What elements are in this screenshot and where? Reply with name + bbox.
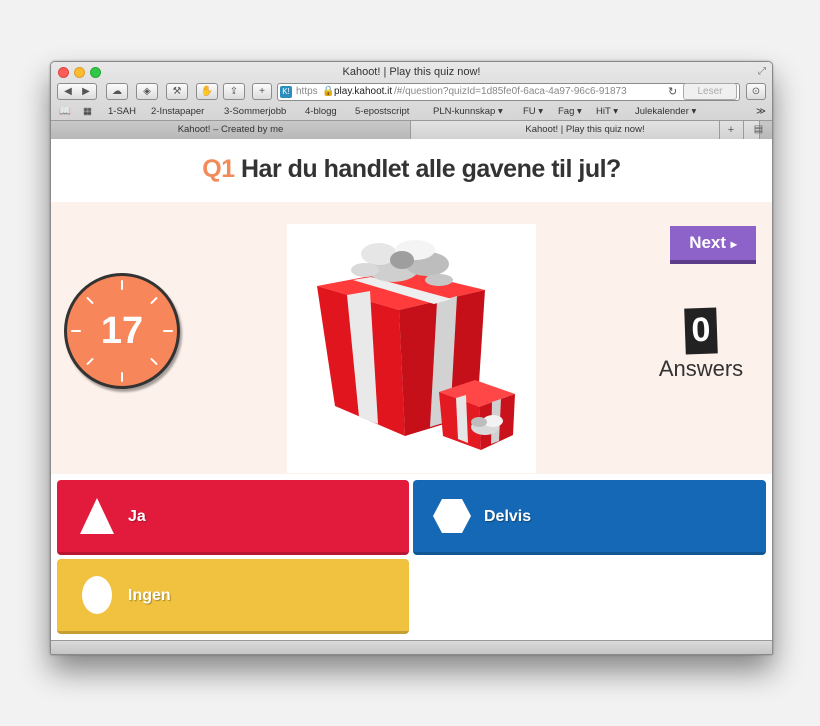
countdown-timer: 17 [64, 273, 180, 389]
kahoot-page: Q1 Har du handlet alle gavene til jul? 1… [51, 139, 772, 640]
next-arrow-icon: ▸ [730, 237, 737, 251]
next-label: Next [689, 233, 727, 252]
back-button[interactable]: ◀ [59, 84, 77, 99]
bookmark-item[interactable]: 4-blogg [305, 106, 337, 117]
timer-tick [150, 296, 158, 305]
question-stage: 17 Next ▸ 0 Answers [51, 202, 772, 474]
icloud-icon[interactable]: ☁ [106, 83, 128, 100]
downloads-icon[interactable]: ⊙ [746, 83, 766, 100]
answer-option-red[interactable]: Ja [57, 480, 409, 555]
tab-list-icon[interactable]: ▤ [743, 121, 772, 139]
bookmark-item[interactable]: 3-Sommerjobb [224, 106, 286, 117]
question-title: Q1 Har du handlet alle gavene til jul? [51, 155, 772, 184]
url-path: /#/question?quizId=1d85fe0f-6aca-4a97-96… [394, 86, 627, 97]
wrench-icon[interactable]: ⚒ [166, 83, 188, 100]
tab-play-quiz[interactable]: Kahoot! | Play this quiz now! [411, 121, 760, 139]
reload-icon[interactable]: ↻ [668, 85, 677, 98]
bookmark-item[interactable]: FU ▾ [523, 106, 543, 117]
bookmark-item[interactable]: 5-epostscript [355, 106, 409, 117]
gift-icon [317, 240, 515, 450]
browser-chrome: Kahoot! | Play this quiz now! ⤢ ◀ ▶ ☁ ◈ ⚒… [51, 62, 772, 139]
browser-window: Kahoot! | Play this quiz now! ⤢ ◀ ▶ ☁ ◈ ⚒… [50, 61, 773, 655]
tab-bar: Kahoot! – Created by me Kahoot! | Play t… [51, 120, 772, 139]
bookmarks-bar: 📖 ▦ 1-SAH 2-Instapaper 3-Sommerjobb 4-bl… [51, 104, 772, 120]
circle-icon [82, 576, 112, 614]
timer-tick [86, 357, 94, 366]
bookmark-item[interactable]: Julekalender ▾ [635, 106, 696, 117]
answer-label: Ingen [128, 587, 171, 604]
add-bookmark-button[interactable]: + [252, 83, 272, 100]
new-tab-button[interactable]: + [719, 121, 742, 139]
bookmark-item[interactable]: PLN-kunnskap ▾ [433, 106, 503, 117]
more-bookmarks-icon[interactable]: ≫ [756, 106, 766, 117]
hexagon-icon [433, 499, 471, 533]
answer-option-blue[interactable]: Delvis [413, 480, 766, 555]
reader-button[interactable]: Leser [683, 83, 737, 100]
bookmark-item[interactable]: HiT ▾ [596, 106, 618, 117]
nav-buttons: ◀ ▶ [57, 83, 97, 100]
top-sites-icon[interactable]: ▦ [83, 106, 92, 117]
tab-created-by-me[interactable]: Kahoot! – Created by me [51, 121, 411, 139]
question-number: Q1 [202, 155, 235, 183]
bookmark-item[interactable]: 2-Instapaper [151, 106, 204, 117]
reading-list-icon[interactable]: 📖 [59, 106, 71, 117]
question-text: Har du handlet alle gavene til jul? [241, 155, 621, 183]
timer-tick [121, 280, 123, 290]
next-button[interactable]: Next ▸ [670, 226, 756, 264]
titlebar: Kahoot! | Play this quiz now! ⤢ [51, 62, 772, 82]
kahoot-favicon-icon: K! [280, 86, 292, 98]
timer-value: 17 [100, 310, 144, 352]
question-image [287, 224, 536, 473]
hand-icon[interactable]: ✋ [196, 83, 218, 100]
triangle-icon [80, 498, 114, 534]
question-header: Q1 Har du handlet alle gavene til jul? [51, 139, 772, 202]
toolbar: ◀ ▶ ☁ ◈ ⚒ ✋ ⇪ + K! https 🔒 play.kahoot.it… [51, 82, 772, 104]
answer-label: Ja [128, 508, 146, 525]
layers-icon[interactable]: ◈ [136, 83, 158, 100]
answers-counter: 0 [684, 307, 718, 355]
answers-count: 0 [690, 310, 712, 350]
answer-label: Delvis [484, 508, 532, 525]
timer-tick [86, 296, 94, 305]
timer-tick [150, 357, 158, 366]
bookmark-item[interactable]: Fag ▾ [558, 106, 582, 117]
bookmark-item[interactable]: 1-SAH [108, 106, 136, 117]
url-host: play.kahoot.it [334, 86, 393, 97]
lock-icon: 🔒 [322, 86, 335, 97]
forward-button[interactable]: ▶ [77, 84, 95, 99]
status-bar [51, 640, 772, 654]
share-icon[interactable]: ⇪ [223, 83, 245, 100]
fullscreen-icon[interactable]: ⤢ [758, 66, 766, 77]
answers-label: Answers [658, 356, 744, 381]
answer-option-yellow[interactable]: Ingen [57, 559, 409, 634]
window-title: Kahoot! | Play this quiz now! [342, 66, 481, 78]
url-protocol: https [296, 86, 318, 97]
timer-tick [121, 372, 123, 382]
